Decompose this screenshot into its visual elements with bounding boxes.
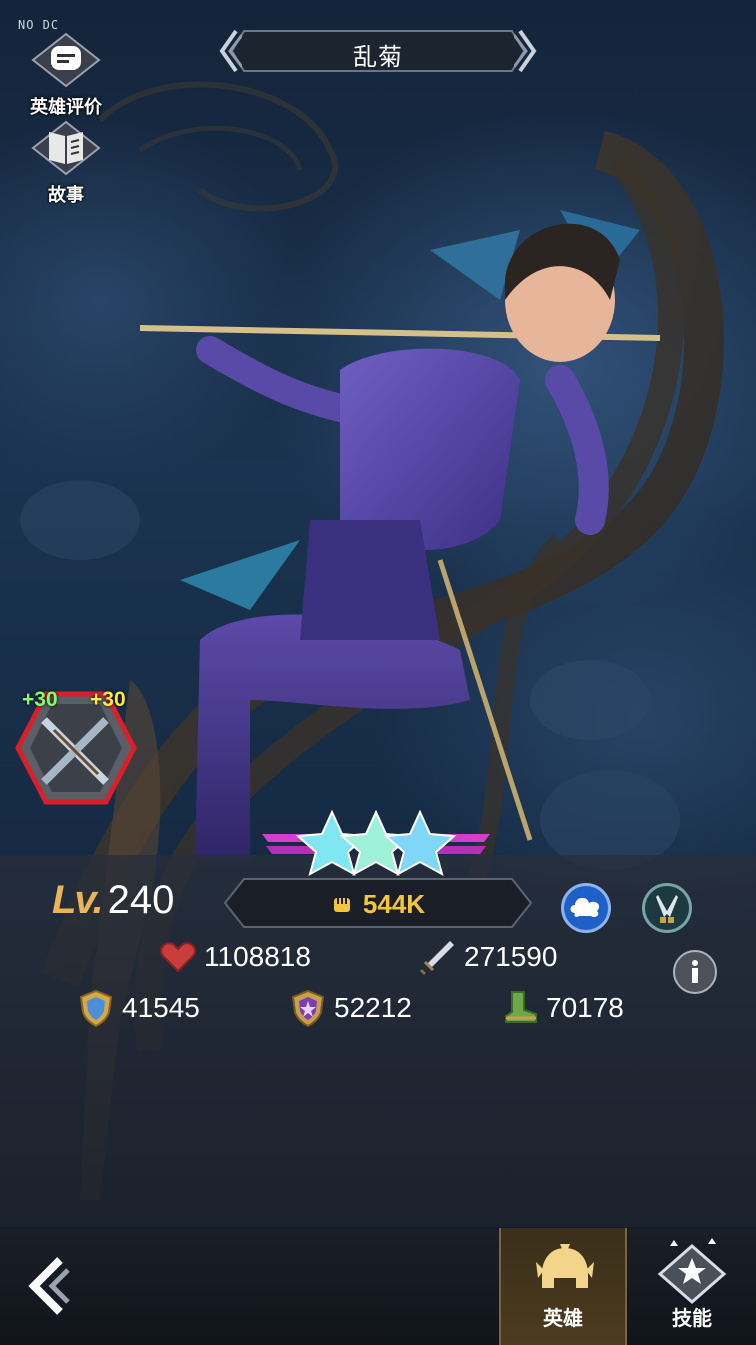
sword-icon xyxy=(420,941,454,975)
hero-review-button[interactable]: 英雄评价 xyxy=(26,32,106,119)
stat-speed-value: 70178 xyxy=(546,992,624,1023)
combat-power: 544K xyxy=(222,876,534,930)
hero-level: Lv. 240 xyxy=(52,878,174,923)
tab-skills[interactable]: 技能 xyxy=(628,1228,756,1345)
back-arrow-icon xyxy=(28,1257,70,1315)
tab-skills-label: 技能 xyxy=(672,1308,712,1330)
hero-review-label: 英雄评价 xyxy=(30,97,102,117)
chat-bubble-icon xyxy=(31,32,101,88)
stat-speed: 70178 xyxy=(500,988,624,1028)
stat-attack: 271590 xyxy=(418,937,557,977)
crossed-daggers-icon xyxy=(656,895,678,923)
back-button[interactable] xyxy=(20,1250,80,1322)
helmet-icon xyxy=(536,1244,594,1288)
shield-icon xyxy=(79,989,113,1028)
power-number: 544K xyxy=(362,889,426,919)
level-prefix: Lv. xyxy=(52,878,104,922)
tab-hero[interactable]: 英雄 xyxy=(499,1228,627,1345)
element-button[interactable] xyxy=(561,883,611,933)
boot-icon xyxy=(505,991,537,1023)
fist-icon xyxy=(333,898,350,912)
book-icon xyxy=(31,120,101,176)
weapon-bonus-right: +30 xyxy=(90,688,126,711)
info-button[interactable] xyxy=(673,950,717,994)
hero-name: 乱菊 xyxy=(353,44,403,71)
stat-defense-value: 41545 xyxy=(122,992,200,1023)
heart-icon xyxy=(160,942,196,973)
combat-power-value: 544K xyxy=(222,889,534,920)
stat-hp: 1108818 xyxy=(158,937,311,977)
story-label: 故事 xyxy=(48,185,84,205)
class-button[interactable] xyxy=(642,883,692,933)
skill-badge-icon xyxy=(657,1238,727,1304)
story-button[interactable]: 故事 xyxy=(26,120,106,207)
stat-defense: 41545 xyxy=(76,988,200,1028)
tab-hero-label: 英雄 xyxy=(543,1308,583,1330)
hero-name-bar: 乱菊 xyxy=(218,27,538,75)
stat-magic-defense: 52212 xyxy=(288,988,412,1028)
stat-hp-value: 1108818 xyxy=(204,941,311,972)
cloud-icon xyxy=(570,897,600,918)
level-value: 240 xyxy=(107,878,175,922)
star-rating xyxy=(262,809,490,877)
debug-label: NO DC xyxy=(18,18,60,32)
stat-attack-value: 271590 xyxy=(464,941,558,972)
magic-shield-icon xyxy=(291,989,325,1028)
stat-magic-defense-value: 52212 xyxy=(334,992,412,1023)
info-icon xyxy=(692,960,698,983)
weapon-bonus-left: +30 xyxy=(22,688,58,711)
